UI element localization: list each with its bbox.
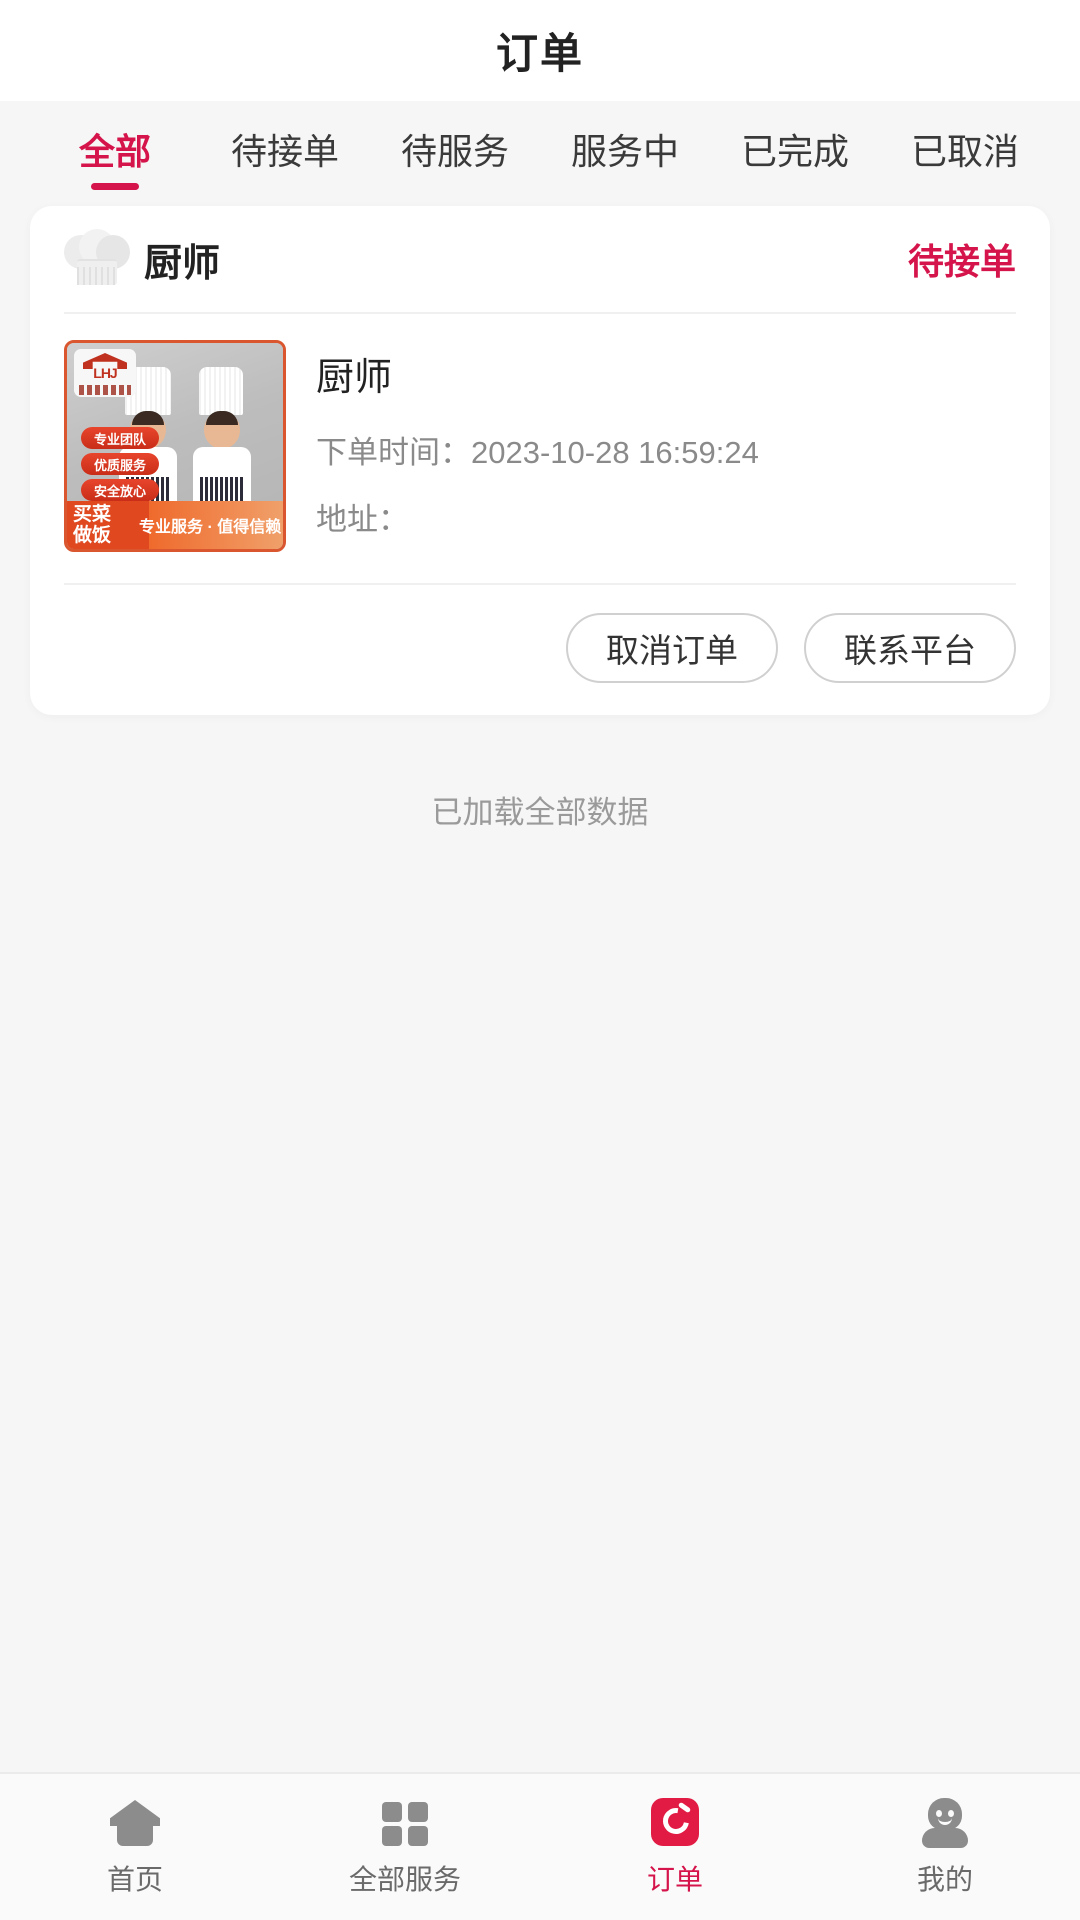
thumbnail-badge-3: 安全放心	[81, 479, 159, 501]
product-thumbnail[interactable]: LHJ 专业团队 优质服务 安全放心 买菜 做饭 专业服务 · 值得信赖	[64, 340, 286, 552]
list-end-message: 已加载全部数据	[30, 787, 1050, 832]
order-info: 厨师 下单时间：2023-10-28 16:59:24 地址：	[286, 340, 1016, 561]
order-card-body: LHJ 专业团队 优质服务 安全放心 买菜 做饭 专业服务 · 值得信赖	[64, 314, 1016, 585]
nav-item-home[interactable]: 首页	[0, 1796, 270, 1898]
order-category-label: 厨师	[144, 232, 220, 287]
tab-label: 服务中	[571, 123, 679, 175]
tab-active-underline	[91, 183, 139, 190]
bottom-navigation: 首页 全部服务 订单 我的	[0, 1772, 1080, 1920]
banner-left-text: 买菜 做饭	[67, 504, 139, 546]
banner-right-text: 专业服务 · 值得信赖	[139, 513, 281, 537]
order-time-row: 下单时间：2023-10-28 16:59:24	[316, 427, 1016, 472]
tab-cancelled[interactable]: 已取消	[880, 101, 1050, 196]
contact-platform-button[interactable]: 联系平台	[804, 613, 1016, 683]
nav-label: 订单	[647, 1858, 703, 1898]
order-time-value: 2023-10-28 16:59:24	[471, 435, 759, 470]
order-status-tabs: 全部 待接单 待服务 服务中 已完成 已取消	[0, 101, 1080, 196]
address-row: 地址：	[316, 494, 1016, 539]
banner-left-line2: 做饭	[73, 525, 139, 546]
status-badge: 待接单	[908, 233, 1016, 285]
tab-pending-accept[interactable]: 待接单	[200, 101, 370, 196]
thumbnail-badge-1: 专业团队	[81, 427, 159, 449]
nav-label: 全部服务	[349, 1858, 461, 1898]
home-icon	[108, 1796, 162, 1850]
nav-item-mine[interactable]: 我的	[810, 1796, 1080, 1898]
grid-icon	[378, 1796, 432, 1850]
tab-label: 全部	[79, 123, 151, 175]
order-icon	[648, 1796, 702, 1850]
tab-label: 已完成	[741, 123, 849, 175]
person-icon	[918, 1796, 972, 1850]
nav-item-orders[interactable]: 订单	[540, 1796, 810, 1898]
page-title: 订单	[496, 20, 584, 81]
app-screen: 订单 全部 待接单 待服务 服务中 已完成 已取消	[0, 0, 1080, 1920]
tab-label: 已取消	[911, 123, 1019, 175]
nav-label: 首页	[107, 1858, 163, 1898]
order-time-label: 下单时间：	[316, 435, 471, 470]
thumbnail-banner: 买菜 做饭 专业服务 · 值得信赖	[67, 501, 283, 549]
chef-hat-icon	[64, 229, 130, 289]
thumbnail-badge-2: 优质服务	[81, 453, 159, 475]
order-list: 厨师 待接单 LHJ 专业	[0, 196, 1080, 1772]
tab-label: 待接单	[231, 123, 339, 175]
order-card-actions: 取消订单 联系平台	[64, 585, 1016, 715]
order-card[interactable]: 厨师 待接单 LHJ 专业	[30, 206, 1050, 715]
product-name: 厨师	[316, 346, 1016, 401]
nav-item-all-services[interactable]: 全部服务	[270, 1796, 540, 1898]
tab-label: 待服务	[401, 123, 509, 175]
logo-text: LHJ	[86, 365, 124, 381]
tab-pending-service[interactable]: 待服务	[370, 101, 540, 196]
brand-logo-icon: LHJ	[74, 349, 136, 397]
nav-label: 我的	[917, 1858, 973, 1898]
order-card-header: 厨师 待接单	[64, 206, 1016, 314]
address-label: 地址：	[316, 502, 409, 537]
tab-all[interactable]: 全部	[30, 101, 200, 196]
title-bar: 订单	[0, 0, 1080, 101]
banner-left-line1: 买菜	[73, 504, 139, 525]
tab-completed[interactable]: 已完成	[710, 101, 880, 196]
tab-in-service[interactable]: 服务中	[540, 101, 710, 196]
cancel-order-button[interactable]: 取消订单	[566, 613, 778, 683]
